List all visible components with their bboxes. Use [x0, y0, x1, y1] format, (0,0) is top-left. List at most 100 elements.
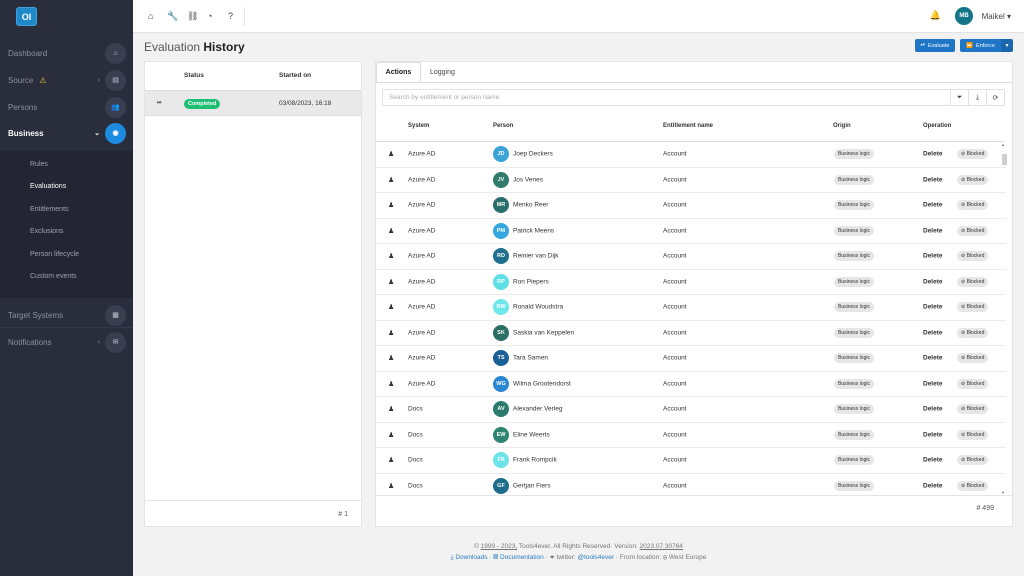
- blocked-badge: ⊘ Blocked: [957, 353, 989, 364]
- table-row[interactable]: ♟ Azure AD MR Menko Reer Account Business log…: [376, 193, 1006, 219]
- chevron-left-icon: ‹: [97, 76, 100, 84]
- history-row[interactable]: ⏯ Completed 03/08/2023, 16:18: [145, 90, 361, 116]
- user-icon: ♟: [388, 406, 395, 414]
- column-header-person[interactable]: Person: [493, 123, 513, 129]
- avatar: MR: [493, 197, 509, 214]
- table-row[interactable]: ♟ Azure AD SK Saskia van Keppelen Account Bus…: [376, 321, 1006, 346]
- avatar[interactable]: MB: [955, 7, 973, 25]
- table-row[interactable]: ♟ Azure AD JV Jos Venes Account Business logi…: [376, 168, 1006, 193]
- scroll-up-icon[interactable]: ▲: [1001, 142, 1005, 147]
- system-cell: Azure AD: [408, 150, 436, 158]
- play-icon: ⏯: [920, 42, 925, 48]
- table-row[interactable]: ♟ Azure AD RP Ron Piepers Account Business lo…: [376, 270, 1006, 295]
- table-row[interactable]: ♟ Azure AD RD Reinier van Dijk Account Busine…: [376, 244, 1006, 270]
- sitemap-icon[interactable]: ⛓: [187, 11, 198, 22]
- entitlement-cell: Account: [663, 329, 687, 337]
- user-icon: ♟: [388, 227, 395, 235]
- column-header-status[interactable]: Status: [184, 72, 204, 79]
- table-row[interactable]: ♟ Docs GF Gertjan Fiers Account Business logi…: [376, 474, 1006, 496]
- origin-badge: Business logic: [834, 149, 874, 160]
- tab-actions[interactable]: Actions: [376, 62, 421, 83]
- enforce-dropdown-button[interactable]: ▾: [1001, 39, 1013, 52]
- sidebar-item-dashboard[interactable]: Dashboard ⌂: [0, 40, 133, 66]
- blocked-badge: ⊘ Blocked: [957, 480, 989, 491]
- wrench-icon[interactable]: 🔧: [167, 11, 178, 22]
- person-cell[interactable]: Jos Venes: [513, 176, 543, 183]
- footer-version[interactable]: 2023.07.30764: [640, 543, 683, 550]
- system-cell: Docs: [408, 431, 423, 439]
- column-header-started-on[interactable]: Started on: [279, 72, 311, 79]
- column-header-operation[interactable]: Operation: [923, 123, 951, 129]
- person-cell[interactable]: Joep Deckers: [513, 151, 553, 158]
- scroll-thumb[interactable]: [1002, 154, 1007, 165]
- table-row[interactable]: ♟ Docs AV Alexander Verleg Account Business l…: [376, 397, 1006, 423]
- person-cell[interactable]: Frank Rompcik: [513, 457, 557, 464]
- origin-badge: Business logic: [834, 455, 874, 466]
- sidebar-item-business[interactable]: Business ⌄ ◉: [0, 120, 133, 146]
- page-title-bold: History: [203, 40, 245, 54]
- submenu-item-entitlements[interactable]: Entitlements: [30, 206, 69, 213]
- evaluate-button[interactable]: ⏯ Evaluate: [915, 39, 955, 52]
- operation-cell: Delete: [923, 201, 943, 209]
- avatar: PM: [493, 222, 509, 239]
- scrollbar[interactable]: ▲ ▼: [1001, 142, 1007, 495]
- table-row[interactable]: ♟ Azure AD WG Wilma Grootendorst Account Busi…: [376, 372, 1006, 397]
- table-row[interactable]: ♟ Azure AD PM Patrick Meens Account Business …: [376, 219, 1006, 244]
- download-icon[interactable]: ⤓: [968, 90, 986, 105]
- footer-location: · From location: ⊕ West Europe: [614, 554, 707, 561]
- table-row[interactable]: ♟ Azure AD JD Joep Deckers Account Business l…: [376, 142, 1006, 168]
- person-cell[interactable]: Tara Samen: [513, 355, 548, 362]
- table-row[interactable]: ♟ Azure AD RW Ronald Woudstra Account Busines…: [376, 295, 1006, 321]
- app-logo[interactable]: OI: [16, 7, 37, 26]
- submenu-item-exclusions[interactable]: Exclusions: [30, 228, 63, 235]
- home-icon[interactable]: ⌂: [148, 11, 153, 21]
- person-cell[interactable]: Ronald Woudstra: [513, 304, 563, 311]
- sidebar-item-source[interactable]: Source ⚠ ‹ ▤: [0, 67, 133, 93]
- person-cell[interactable]: Reinier van Dijk: [513, 253, 559, 260]
- bell-icon[interactable]: 🔔: [930, 10, 941, 21]
- twitter-label: · ✦ twitter:: [543, 554, 578, 561]
- system-cell: Docs: [408, 405, 423, 413]
- system-cell: Azure AD: [408, 176, 436, 184]
- table-row[interactable]: ♟ Docs EW Eline Weerts Account Business logic…: [376, 423, 1006, 448]
- column-header-origin[interactable]: Origin: [833, 123, 851, 129]
- person-cell[interactable]: Patrick Meens: [513, 227, 554, 234]
- person-cell[interactable]: Saskia van Keppelen: [513, 329, 574, 336]
- entitlement-cell: Account: [663, 252, 687, 260]
- submenu-item-rules[interactable]: Rules: [30, 161, 48, 168]
- tab-logging[interactable]: Logging: [430, 62, 455, 83]
- footer-years[interactable]: 1999 - 2023,: [481, 543, 518, 550]
- search-input[interactable]: Search by entitlement or person name ⏷ ⤓…: [382, 89, 1005, 106]
- submenu-item-custom-events[interactable]: Custom events: [30, 273, 77, 280]
- help-icon[interactable]: ?: [228, 11, 233, 21]
- filter-icon[interactable]: ⏷: [950, 90, 968, 105]
- operation-cell: Delete: [923, 176, 943, 184]
- footer-links: ⤓ Downloads · ▤ Documentation · ✦ twitte…: [0, 554, 1024, 562]
- sidebar-item-target-systems[interactable]: Target Systems ▦: [0, 302, 133, 328]
- refresh-icon[interactable]: ⟳: [986, 90, 1004, 105]
- person-cell[interactable]: Ron Piepers: [513, 278, 549, 285]
- submenu-item-evaluations[interactable]: Evaluations: [30, 183, 66, 190]
- person-cell[interactable]: Wilma Grootendorst: [513, 380, 571, 387]
- table-row[interactable]: ♟ Docs FR Frank Rompcik Account Business logi…: [376, 448, 1006, 474]
- user-icon: ♟: [388, 355, 395, 363]
- column-header-entitlement[interactable]: Entitlement name: [663, 123, 713, 129]
- downloads-link[interactable]: ⤓ Downloads: [451, 554, 488, 561]
- sidebar-item-persons[interactable]: Persons 👥: [0, 94, 133, 120]
- pie-chart-icon[interactable]: ◔: [207, 11, 212, 21]
- person-cell[interactable]: Eline Weerts: [513, 431, 550, 438]
- person-cell[interactable]: Menko Reer: [513, 202, 548, 209]
- person-cell[interactable]: Gertjan Fiers: [513, 482, 551, 489]
- user-menu[interactable]: Maikel ▾: [982, 12, 1011, 21]
- warning-icon: ⚠: [39, 75, 47, 85]
- documentation-link[interactable]: ▤ Documentation: [493, 554, 543, 561]
- enforce-button[interactable]: ⏩ Enforce: [960, 39, 1001, 52]
- system-cell: Docs: [408, 456, 423, 464]
- column-header-system[interactable]: System: [408, 123, 429, 129]
- twitter-link[interactable]: @tools4ever: [577, 554, 614, 561]
- table-row[interactable]: ♟ Azure AD TS Tara Samen Account Business log…: [376, 346, 1006, 372]
- sidebar-item-notifications[interactable]: Notifications ‹ ✉: [0, 329, 133, 355]
- person-cell[interactable]: Alexander Verleg: [513, 406, 563, 413]
- entitlement-cell: Account: [663, 201, 687, 209]
- submenu-item-person-lifecycle[interactable]: Person lifecycle: [30, 251, 79, 258]
